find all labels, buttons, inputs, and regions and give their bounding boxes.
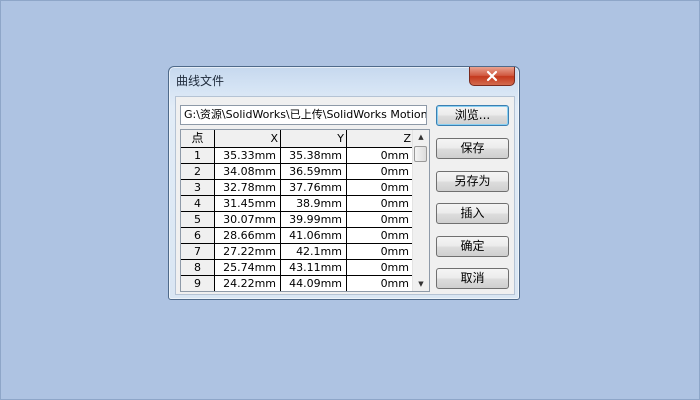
z-cell[interactable]: 0mm bbox=[347, 244, 413, 260]
y-cell[interactable]: 43.11mm bbox=[281, 260, 347, 276]
scroll-thumb[interactable] bbox=[414, 146, 427, 162]
y-cell[interactable]: 35.38mm bbox=[281, 148, 347, 164]
ok-button[interactable]: 确定 bbox=[436, 236, 509, 257]
point-cell: 6 bbox=[181, 228, 215, 244]
y-cell[interactable]: 42.1mm bbox=[281, 244, 347, 260]
z-cell[interactable]: 0mm bbox=[347, 180, 413, 196]
y-cell[interactable]: 41.06mm bbox=[281, 228, 347, 244]
point-cell: 1 bbox=[181, 148, 215, 164]
z-cell[interactable]: 0mm bbox=[347, 148, 413, 164]
y-cell[interactable]: 36.59mm bbox=[281, 164, 347, 180]
header-y: Y bbox=[281, 130, 347, 147]
title-bar[interactable]: 曲线文件 bbox=[169, 67, 519, 95]
y-cell[interactable]: 38.9mm bbox=[281, 196, 347, 212]
header-point: 点 bbox=[181, 130, 215, 147]
header-x: X bbox=[215, 130, 281, 147]
x-cell[interactable]: 30.07mm bbox=[215, 212, 281, 228]
table-scrollbar[interactable]: ▲ ▼ bbox=[412, 130, 429, 291]
table-row[interactable]: 2 34.08mm 36.59mm 0mm bbox=[181, 164, 413, 180]
save-button[interactable]: 保存 bbox=[436, 138, 509, 159]
file-path-field[interactable]: G:\资源\SolidWorks\已上传\SolidWorks Motion bbox=[180, 105, 427, 125]
x-cell[interactable]: 25.74mm bbox=[215, 260, 281, 276]
x-cell[interactable]: 32.78mm bbox=[215, 180, 281, 196]
points-table: 点 X Y Z 1 35.33mm 35.38mm 0mm 2 34.08mm 36.59m… bbox=[180, 129, 430, 292]
point-cell: 9 bbox=[181, 276, 215, 291]
z-cell[interactable]: 0mm bbox=[347, 260, 413, 276]
x-cell[interactable]: 35.33mm bbox=[215, 148, 281, 164]
scroll-down-icon[interactable]: ▼ bbox=[413, 277, 429, 291]
z-cell[interactable]: 0mm bbox=[347, 212, 413, 228]
point-cell: 7 bbox=[181, 244, 215, 260]
y-cell[interactable]: 39.99mm bbox=[281, 212, 347, 228]
y-cell[interactable]: 44.09mm bbox=[281, 276, 347, 291]
y-cell[interactable]: 37.76mm bbox=[281, 180, 347, 196]
table-header: 点 X Y Z bbox=[181, 130, 413, 148]
point-cell: 4 bbox=[181, 196, 215, 212]
x-cell[interactable]: 27.22mm bbox=[215, 244, 281, 260]
table-row[interactable]: 9 24.22mm 44.09mm 0mm bbox=[181, 276, 413, 291]
table-row[interactable]: 1 35.33mm 35.38mm 0mm bbox=[181, 148, 413, 164]
z-cell[interactable]: 0mm bbox=[347, 196, 413, 212]
x-cell[interactable]: 24.22mm bbox=[215, 276, 281, 291]
point-cell: 8 bbox=[181, 260, 215, 276]
point-cell: 5 bbox=[181, 212, 215, 228]
cancel-button[interactable]: 取消 bbox=[436, 268, 509, 289]
insert-button[interactable]: 插入 bbox=[436, 203, 509, 224]
table-row[interactable]: 7 27.22mm 42.1mm 0mm bbox=[181, 244, 413, 260]
table-row[interactable]: 5 30.07mm 39.99mm 0mm bbox=[181, 212, 413, 228]
dialog-title: 曲线文件 bbox=[176, 74, 225, 88]
curve-file-dialog: 曲线文件 G:\资源\SolidWorks\已上传\SolidWorks Mot… bbox=[168, 66, 520, 300]
table-row[interactable]: 4 31.45mm 38.9mm 0mm bbox=[181, 196, 413, 212]
table-row[interactable]: 8 25.74mm 43.11mm 0mm bbox=[181, 260, 413, 276]
close-icon bbox=[486, 70, 498, 82]
z-cell[interactable]: 0mm bbox=[347, 164, 413, 180]
z-cell[interactable]: 0mm bbox=[347, 276, 413, 291]
z-cell[interactable]: 0mm bbox=[347, 228, 413, 244]
dialog-content: G:\资源\SolidWorks\已上传\SolidWorks Motion 点… bbox=[175, 96, 515, 295]
x-cell[interactable]: 31.45mm bbox=[215, 196, 281, 212]
header-z: Z bbox=[403, 132, 411, 145]
table-row[interactable]: 3 32.78mm 37.76mm 0mm bbox=[181, 180, 413, 196]
point-cell: 2 bbox=[181, 164, 215, 180]
x-cell[interactable]: 34.08mm bbox=[215, 164, 281, 180]
close-button[interactable] bbox=[469, 67, 515, 86]
scroll-up-icon[interactable]: ▲ bbox=[413, 130, 429, 144]
table-row[interactable]: 6 28.66mm 41.06mm 0mm bbox=[181, 228, 413, 244]
save-as-button[interactable]: 另存为 bbox=[436, 171, 509, 192]
browse-button[interactable]: 浏览... bbox=[436, 105, 509, 126]
x-cell[interactable]: 28.66mm bbox=[215, 228, 281, 244]
point-cell: 3 bbox=[181, 180, 215, 196]
